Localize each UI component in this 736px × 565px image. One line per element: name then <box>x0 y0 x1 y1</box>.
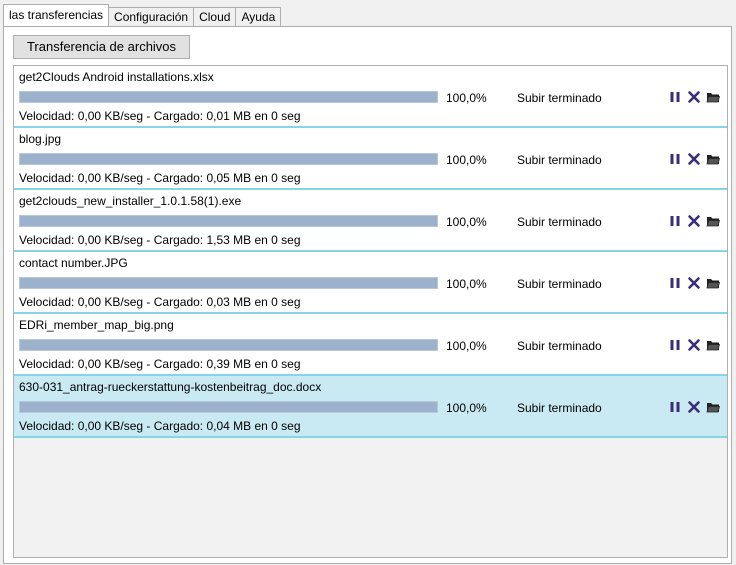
tab-settings[interactable]: Configuración <box>108 7 195 26</box>
folder-icon[interactable] <box>706 90 720 104</box>
close-icon[interactable] <box>687 400 701 414</box>
transfers-panel: Transferencia de archivos get2Clouds And… <box>3 26 732 564</box>
folder-icon[interactable] <box>706 152 720 166</box>
transfer-list[interactable]: get2Clouds Android installations.xlsx 100… <box>13 65 728 558</box>
transfer-item[interactable]: 630-031_antrag-rueckerstattung-kostenbei… <box>14 376 727 438</box>
tab-help[interactable]: Ayuda <box>235 7 282 26</box>
progress-bar <box>19 339 438 351</box>
transfer-status: Subir terminado <box>517 339 602 353</box>
file-name: get2clouds_new_installer_1.0.1.58(1).exe <box>19 194 242 208</box>
transfer-item[interactable]: blog.jpg 100,0% Subir terminado Velocidad: … <box>14 128 727 190</box>
transfer-status: Subir terminado <box>517 215 602 229</box>
folder-icon[interactable] <box>706 276 720 290</box>
transfer-status: Subir terminado <box>517 153 602 167</box>
folder-icon[interactable] <box>706 400 720 414</box>
file-name: contact number.JPG <box>19 256 128 270</box>
folder-icon[interactable] <box>706 338 720 352</box>
progress-fill <box>20 154 437 164</box>
close-icon[interactable] <box>687 152 701 166</box>
progress-percent: 100,0% <box>446 91 487 105</box>
transfer-item[interactable]: contact number.JPG 100,0% Subir terminado V… <box>14 252 727 314</box>
tab-bar: las transferencias Configuración Cloud A… <box>3 4 282 26</box>
close-icon[interactable] <box>687 338 701 352</box>
close-icon[interactable] <box>687 90 701 104</box>
progress-bar <box>19 215 438 227</box>
close-icon[interactable] <box>687 214 701 228</box>
tab-cloud[interactable]: Cloud <box>193 7 237 26</box>
transfer-item[interactable]: EDRi_member_map_big.png 100,0% Subir termi… <box>14 314 727 376</box>
transfer-speed: Velocidad: 0,00 KB/seg - Cargado: 0,01 M… <box>19 109 301 123</box>
file-name: EDRi_member_map_big.png <box>19 318 174 332</box>
transfer-status: Subir terminado <box>517 401 602 415</box>
pause-icon[interactable] <box>668 276 682 290</box>
progress-fill <box>20 216 437 226</box>
transfer-item[interactable]: get2Clouds Android installations.xlsx 100… <box>14 66 727 128</box>
pause-icon[interactable] <box>668 152 682 166</box>
transfer-status: Subir terminado <box>517 91 602 105</box>
transfer-speed: Velocidad: 0,00 KB/seg - Cargado: 0,39 M… <box>19 357 301 371</box>
progress-percent: 100,0% <box>446 401 487 415</box>
transfer-speed: Velocidad: 0,00 KB/seg - Cargado: 1,53 M… <box>19 233 301 247</box>
progress-bar <box>19 277 438 289</box>
file-name: blog.jpg <box>19 132 62 146</box>
progress-bar <box>19 401 438 413</box>
progress-bar <box>19 91 438 103</box>
transfer-speed: Velocidad: 0,00 KB/seg - Cargado: 0,04 M… <box>19 419 301 433</box>
transfer-speed: Velocidad: 0,00 KB/seg - Cargado: 0,05 M… <box>19 171 301 185</box>
progress-fill <box>20 402 437 412</box>
transfer-status: Subir terminado <box>517 277 602 291</box>
transfer-item[interactable]: get2clouds_new_installer_1.0.1.58(1).exe… <box>14 190 727 252</box>
pause-icon[interactable] <box>668 338 682 352</box>
pause-icon[interactable] <box>668 214 682 228</box>
progress-percent: 100,0% <box>446 215 487 229</box>
progress-bar <box>19 153 438 165</box>
progress-percent: 100,0% <box>446 277 487 291</box>
transfer-speed: Velocidad: 0,00 KB/seg - Cargado: 0,03 M… <box>19 295 301 309</box>
pause-icon[interactable] <box>668 400 682 414</box>
progress-fill <box>20 340 437 350</box>
progress-percent: 100,0% <box>446 339 487 353</box>
progress-fill <box>20 92 437 102</box>
pause-icon[interactable] <box>668 90 682 104</box>
progress-fill <box>20 278 437 288</box>
file-transfer-button[interactable]: Transferencia de archivos <box>13 35 190 59</box>
close-icon[interactable] <box>687 276 701 290</box>
file-name: get2Clouds Android installations.xlsx <box>19 70 214 84</box>
progress-percent: 100,0% <box>446 153 487 167</box>
folder-icon[interactable] <box>706 214 720 228</box>
tab-transfers[interactable]: las transferencias <box>3 4 110 26</box>
file-name: 630-031_antrag-rueckerstattung-kostenbei… <box>19 380 322 394</box>
